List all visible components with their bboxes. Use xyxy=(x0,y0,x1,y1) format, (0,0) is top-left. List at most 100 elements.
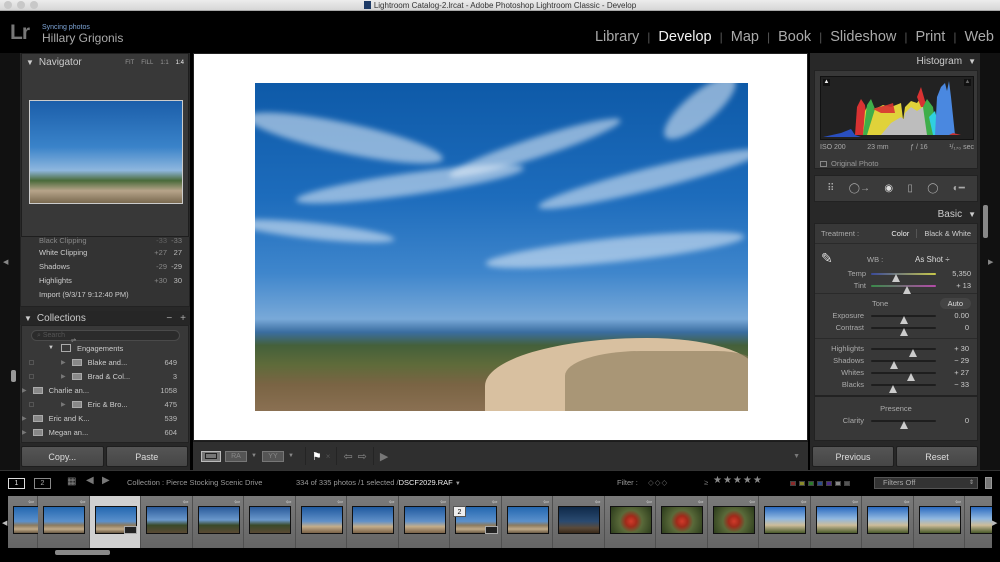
play-slideshow-icon[interactable]: ▶ xyxy=(380,450,388,463)
slider-track[interactable] xyxy=(871,384,936,393)
compare-dropdown-icon[interactable]: ▼ xyxy=(288,453,294,459)
expand-triangle-icon[interactable]: ▶ xyxy=(61,373,66,380)
minimize-window-button[interactable] xyxy=(17,1,25,9)
paste-button[interactable]: Paste xyxy=(105,446,188,467)
module-develop[interactable]: Develop xyxy=(658,29,711,45)
white-balance-eyedropper-icon[interactable]: ✎ xyxy=(821,250,833,267)
rating-operator[interactable]: ≥ xyxy=(704,478,708,487)
collection-item[interactable]: ▶ Brad & Col... 3 xyxy=(22,369,188,383)
collection-item[interactable]: ▶ Eric & Bro... 475 xyxy=(22,397,188,411)
main-photo[interactable] xyxy=(255,83,748,411)
adjustment-brush-tool-icon[interactable]: ◐━ xyxy=(953,183,965,194)
filmstrip-thumbnail[interactable]: ⇦ xyxy=(141,496,193,548)
filmstrip-thumbnail[interactable]: ⇦ xyxy=(89,496,141,548)
filmstrip-thumbnail[interactable]: ⇦ xyxy=(810,496,862,548)
navigator-header[interactable]: ▼ Navigator FIT FILL 1:1 1:4 xyxy=(22,54,188,71)
color-label-swatch[interactable] xyxy=(826,481,832,486)
zoom-window-button[interactable] xyxy=(30,1,38,9)
filmstrip-source[interactable]: Collection : Pierce Stocking Scenic Driv… xyxy=(127,478,262,487)
slider-value[interactable]: 0 xyxy=(965,416,969,425)
expand-triangle-icon[interactable]: ▶ xyxy=(22,387,27,394)
slider-thumb[interactable] xyxy=(899,421,908,429)
before-after-dropdown-icon[interactable]: ▼ xyxy=(251,453,257,459)
reset-button[interactable]: Reset xyxy=(896,446,978,467)
filmstrip-thumbnail[interactable]: ⇦ xyxy=(759,496,811,548)
slider-track[interactable] xyxy=(871,285,936,294)
main-window-button[interactable]: 1 xyxy=(8,478,25,489)
flag-pick-icon[interactable]: ⚑ xyxy=(312,450,322,463)
collapse-triangle-icon[interactable]: ▼ xyxy=(24,314,32,323)
filmstrip-thumbnail[interactable]: ⇦ xyxy=(965,496,992,548)
history-step[interactable]: Highlights +30 30 xyxy=(21,273,189,287)
filmstrip-thumbnail[interactable]: ⇦ 2 xyxy=(450,496,502,548)
filmstrip-scrollbar[interactable] xyxy=(55,550,110,555)
previous-photo-arrow-icon[interactable]: ⇦ xyxy=(343,450,352,463)
color-label-swatch[interactable] xyxy=(808,481,814,486)
color-label-swatch[interactable] xyxy=(799,481,805,486)
filmstrip-thumbnail[interactable]: ⇦ xyxy=(913,496,965,548)
filmstrip-thumbnail[interactable]: ⇦ xyxy=(244,496,296,548)
previous-button[interactable]: Previous xyxy=(812,446,894,467)
slider-value[interactable]: 0 xyxy=(965,323,969,332)
filmstrip-thumbnail[interactable]: ⇦ xyxy=(8,496,55,548)
navigator-preview[interactable] xyxy=(29,100,183,204)
slider-track[interactable] xyxy=(871,420,936,429)
expand-triangle-icon[interactable]: ▶ xyxy=(61,359,66,366)
red-eye-tool-icon[interactable]: ◉ xyxy=(884,183,893,194)
crop-tool-icon[interactable]: ⠿ xyxy=(827,183,834,194)
spot-removal-tool-icon[interactable]: ◯→ xyxy=(849,183,870,194)
next-photo-arrow-icon[interactable]: ⇨ xyxy=(358,450,367,463)
slider-thumb[interactable] xyxy=(899,328,908,336)
collection-item[interactable]: ⇌ ▶ Eric and K... 539 xyxy=(22,338,188,425)
grid-view-icon[interactable]: ▦ xyxy=(67,476,76,487)
basic-header[interactable]: Basic ▼ xyxy=(810,206,980,223)
toolbar-options-icon[interactable]: ▼ xyxy=(793,453,800,460)
collapse-triangle-icon[interactable]: ▼ xyxy=(968,210,976,219)
collections-header[interactable]: ▼ Collections − + xyxy=(20,311,190,325)
before-after-button[interactable]: RA xyxy=(225,450,247,462)
collapse-triangle-icon[interactable]: ▼ xyxy=(968,57,976,66)
filmstrip-thumbnail[interactable]: ⇦ xyxy=(398,496,450,548)
auto-tone-button[interactable]: Auto xyxy=(939,297,971,309)
secondary-window-button[interactable]: 2 xyxy=(34,478,51,489)
radial-filter-tool-icon[interactable]: ◯ xyxy=(927,183,938,194)
slider-track[interactable] xyxy=(871,273,936,282)
filmstrip-thumbnail[interactable]: ⇦ xyxy=(295,496,347,548)
expand-triangle-icon[interactable]: ▶ xyxy=(22,415,27,422)
sync-icon[interactable]: ⇌ xyxy=(71,338,76,344)
sync-checkbox[interactable] xyxy=(29,401,34,407)
module-web[interactable]: Web xyxy=(964,29,994,45)
collapse-right-panel-icon[interactable]: ▶ xyxy=(988,258,993,266)
add-collection-button[interactable]: + xyxy=(180,313,186,324)
zoom-option-1-1[interactable]: 1:1 xyxy=(160,60,168,66)
sync-checkbox[interactable] xyxy=(29,359,34,365)
module-library[interactable]: Library xyxy=(595,29,639,45)
collapse-triangle-icon[interactable]: ▼ xyxy=(26,58,34,67)
slider-thumb[interactable] xyxy=(889,385,898,393)
slider-value[interactable]: 0.00 xyxy=(954,311,969,320)
history-step[interactable]: White Clipping +27 27 xyxy=(21,245,189,259)
filmstrip-thumbnail[interactable]: ⇦ xyxy=(862,496,914,548)
history-step[interactable]: Black Clipping -33 -33 xyxy=(21,237,189,245)
slider-value[interactable]: + 30 xyxy=(954,344,969,353)
treatment-color-option[interactable]: Color xyxy=(891,229,909,238)
collection-item[interactable]: ▶ Blake and... 649 xyxy=(22,355,188,369)
history-step[interactable]: Import (9/3/17 9:12:40 PM) xyxy=(21,287,189,301)
color-label-swatch[interactable] xyxy=(835,481,841,486)
module-map[interactable]: Map xyxy=(731,29,759,45)
filmstrip-thumbnail[interactable]: ⇦ xyxy=(604,496,656,548)
filmstrip-thumbnail[interactable]: ⇦ xyxy=(347,496,399,548)
slider-track[interactable] xyxy=(871,372,936,381)
photo-count[interactable]: 334 of 335 photos /1 selected /DSCF2029.… xyxy=(296,478,461,487)
slider-value[interactable]: 5,350 xyxy=(952,269,971,278)
original-photo-toggle[interactable]: Original Photo xyxy=(820,159,879,168)
color-label-swatch[interactable] xyxy=(817,481,823,486)
copy-button[interactable]: Copy... xyxy=(21,446,104,467)
sync-status[interactable]: Syncing photos xyxy=(42,24,90,31)
star-rating-filter[interactable]: ★★★★★ xyxy=(713,475,763,486)
sync-checkbox[interactable] xyxy=(29,373,34,379)
filmstrip-thumbnail[interactable]: ⇦ xyxy=(656,496,708,548)
expand-triangle-icon[interactable]: ▶ xyxy=(22,429,27,436)
color-label-swatch[interactable] xyxy=(790,481,796,486)
close-window-button[interactable] xyxy=(4,1,12,9)
